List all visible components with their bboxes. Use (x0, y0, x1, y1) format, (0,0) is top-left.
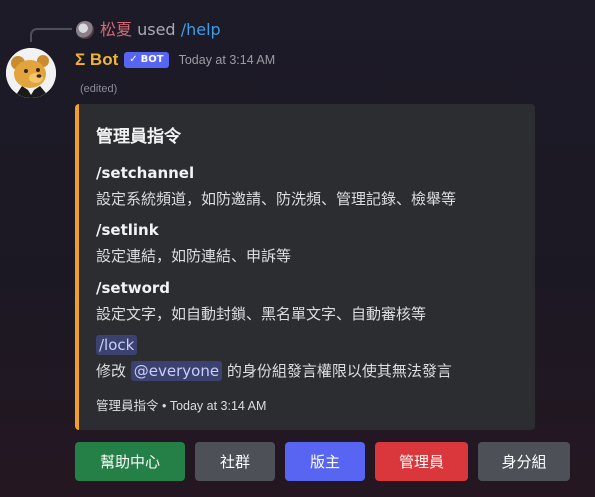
lock-command-chip[interactable]: /lock (96, 335, 138, 355)
field-name-setchannel: /setchannel (96, 164, 195, 182)
reply-username[interactable]: 松夏 (100, 20, 132, 39)
embed-title: 管理員指令 (96, 127, 181, 147)
everyone-mention[interactable]: @everyone (130, 361, 223, 381)
help-center-button[interactable]: 幫助中心 (75, 442, 185, 481)
edited-label: (edited) (80, 83, 118, 95)
embed-card: 管理員指令 /setchannel 設定系統頻道，如防邀請、防洗頻、管理記錄、檢… (75, 104, 535, 430)
message-header: Σ Bot ✓ BOT Today at 3:14 AM (75, 50, 275, 70)
bear-avatar-icon (6, 48, 56, 98)
author-name[interactable]: Σ Bot (75, 50, 118, 70)
roles-button[interactable]: 身分組 (478, 442, 570, 481)
reply-used-text: used (137, 20, 176, 39)
reply-avatar[interactable] (76, 21, 94, 39)
field-value-setword: 設定文字，如自動封鎖、黑名單文字、自動審核等 (96, 305, 427, 323)
field-name-setlink: /setlink (96, 221, 159, 239)
embed-footer: 管理員指令 • Today at 3:14 AM (96, 399, 267, 413)
field-name-setword: /setword (96, 279, 171, 297)
reply-connector (30, 28, 72, 42)
admin-button[interactable]: 管理員 (375, 442, 468, 481)
verified-check-icon: ✓ (129, 54, 138, 65)
reply-context[interactable]: 松夏 used /help (100, 19, 221, 41)
community-button[interactable]: 社群 (195, 442, 275, 481)
field-value-lock: 修改 @everyone 的身份組發言權限以使其無法發言 (96, 360, 452, 381)
lock-value-prefix: 修改 (96, 362, 127, 380)
message-timestamp[interactable]: Today at 3:14 AM (179, 53, 276, 67)
bot-badge: ✓ BOT (124, 52, 169, 68)
field-value-setlink: 設定連結，如防連結、申訴等 (96, 247, 292, 265)
lock-value-suffix: 的身份組發言權限以使其無法發言 (226, 362, 452, 380)
reply-command[interactable]: /help (181, 20, 221, 39)
moderator-button[interactable]: 版主 (285, 442, 365, 481)
field-name-lock: /lock (96, 335, 138, 355)
field-value-setchannel: 設定系統頻道，如防邀請、防洗頻、管理記錄、檢舉等 (96, 190, 457, 208)
bot-badge-label: BOT (140, 54, 164, 65)
avatar[interactable] (6, 48, 56, 98)
